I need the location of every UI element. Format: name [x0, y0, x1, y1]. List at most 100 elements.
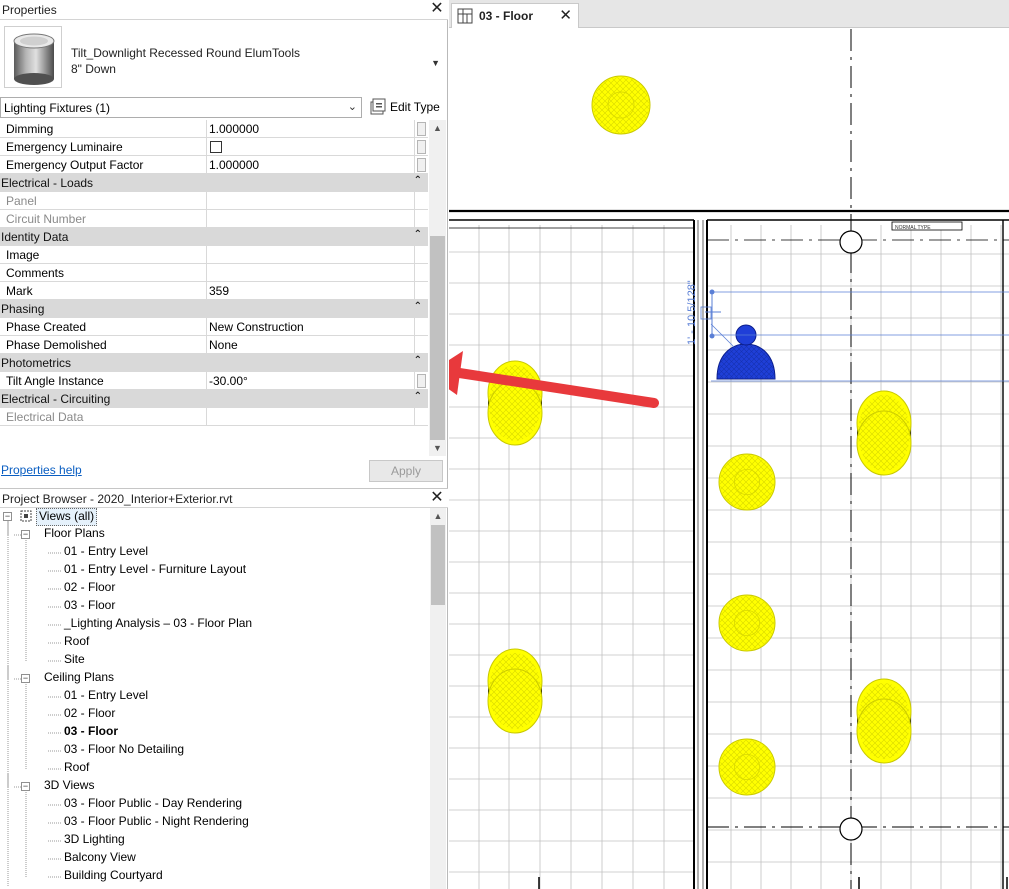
- tree-view-item[interactable]: 02 - Floor: [64, 580, 115, 598]
- property-value[interactable]: -30.00°: [209, 374, 248, 388]
- tab-03-floor[interactable]: 03 - Floor ✕: [451, 3, 579, 28]
- property-row[interactable]: Phase Demolished None: [0, 336, 428, 354]
- property-group-header[interactable]: Phasing ⌃: [0, 300, 428, 318]
- chevron-down-icon: ⌄: [347, 101, 357, 113]
- collapse-icon[interactable]: ⌃: [414, 301, 422, 312]
- property-group-header[interactable]: Electrical - Loads ⌃: [0, 174, 428, 192]
- edit-type-button[interactable]: Edit Type: [368, 98, 442, 117]
- column-divider: [414, 408, 415, 426]
- ceiling-grid: [449, 225, 1009, 889]
- property-value[interactable]: 359: [209, 284, 229, 298]
- tree-view-item[interactable]: Roof: [64, 760, 89, 778]
- browser-scrollbar[interactable]: ▲: [430, 508, 446, 889]
- property-value[interactable]: 1.000000: [209, 122, 259, 136]
- tree-group-floor-plans[interactable]: Floor Plans: [44, 526, 105, 544]
- chevron-down-icon[interactable]: ▼: [431, 58, 440, 68]
- filter-value: Lighting Fixtures (1): [4, 101, 111, 115]
- scroll-up-icon[interactable]: ▲: [429, 120, 446, 136]
- column-divider: [414, 372, 415, 390]
- left-dock-panel: Properties ✕ Tilt_Downlight Recessed Rou…: [0, 0, 448, 889]
- associate-parameter-button[interactable]: [417, 122, 426, 136]
- property-row[interactable]: Electrical Data: [0, 408, 428, 426]
- type-selector[interactable]: Tilt_Downlight Recessed Round ElumTools …: [0, 22, 446, 94]
- property-group-header[interactable]: Photometrics ⌃: [0, 354, 428, 372]
- apply-button[interactable]: Apply: [369, 460, 443, 482]
- scroll-down-icon[interactable]: ▼: [429, 440, 446, 456]
- tag-text: NORMAL TYPE: [895, 225, 931, 231]
- column-divider: [206, 156, 207, 174]
- collapse-toggle-icon[interactable]: −: [21, 674, 30, 683]
- property-name: Emergency Luminaire: [6, 140, 123, 154]
- properties-help-link[interactable]: Properties help: [1, 463, 82, 477]
- property-row[interactable]: Image: [0, 246, 428, 264]
- tree-view-item[interactable]: 01 - Entry Level: [64, 544, 148, 562]
- column-divider: [206, 120, 207, 138]
- tree-view-item[interactable]: Balcony View: [64, 850, 136, 868]
- type-thumbnail: [4, 26, 62, 88]
- emergency-luminaire-checkbox[interactable]: [210, 141, 222, 153]
- tree-view-item[interactable]: 3D Lighting: [64, 832, 125, 850]
- property-row[interactable]: Panel: [0, 192, 428, 210]
- collapse-icon[interactable]: ⌃: [414, 355, 422, 366]
- associate-parameter-button[interactable]: [417, 140, 426, 154]
- property-name: Panel: [6, 194, 37, 208]
- tree-view-item[interactable]: 03 - Floor Public - Night Rendering: [64, 814, 249, 832]
- scrollbar-thumb[interactable]: [431, 525, 445, 605]
- tree-view-item[interactable]: 03 - Floor: [64, 724, 118, 742]
- collapse-toggle-icon[interactable]: −: [21, 782, 30, 791]
- edit-type-label: Edit Type: [390, 100, 440, 114]
- associate-parameter-button[interactable]: [417, 158, 426, 172]
- tree-group-3d-views[interactable]: 3D Views: [44, 778, 94, 796]
- collapse-toggle-icon[interactable]: −: [21, 530, 30, 539]
- associate-parameter-button[interactable]: [417, 374, 426, 388]
- scroll-up-icon[interactable]: ▲: [430, 508, 446, 524]
- tree-view-item[interactable]: Building Courtyard: [64, 868, 163, 886]
- tree-root-views[interactable]: Views (all): [36, 508, 98, 526]
- close-icon[interactable]: ✕: [430, 489, 444, 507]
- tree-view-item[interactable]: _Lighting Analysis – 03 - Floor Plan: [64, 616, 252, 634]
- property-group-header[interactable]: Identity Data ⌃: [0, 228, 428, 246]
- column-divider: [414, 282, 415, 300]
- property-value[interactable]: 1.000000: [209, 158, 259, 172]
- property-grid: Dimming 1.000000 Emergency Luminaire Emerge…: [0, 120, 428, 428]
- property-name: Emergency Output Factor: [6, 158, 144, 172]
- properties-scrollbar[interactable]: ▲ ▼: [429, 120, 446, 456]
- tree-view-item[interactable]: 01 - Entry Level - Furniture Layout: [64, 562, 246, 580]
- scrollbar-thumb[interactable]: [430, 236, 445, 440]
- tree-group-ceiling-plans[interactable]: Ceiling Plans: [44, 670, 114, 688]
- property-row[interactable]: Dimming 1.000000: [0, 120, 428, 138]
- property-row[interactable]: Tilt Angle Instance -30.00°: [0, 372, 428, 390]
- property-row[interactable]: Comments: [0, 264, 428, 282]
- property-value[interactable]: None: [209, 338, 238, 352]
- tree-view-item[interactable]: 03 - Floor: [64, 598, 115, 616]
- group-label: Identity Data: [1, 230, 69, 244]
- property-row[interactable]: Emergency Luminaire: [0, 138, 428, 156]
- property-value[interactable]: New Construction: [209, 320, 304, 334]
- collapse-icon[interactable]: ⌃: [414, 391, 422, 402]
- instance-filter-dropdown[interactable]: Lighting Fixtures (1) ⌄: [0, 97, 362, 118]
- property-group-header[interactable]: Electrical - Circuiting ⌃: [0, 390, 428, 408]
- column-divider: [206, 336, 207, 354]
- tree-view-item[interactable]: 01 - Entry Level: [64, 688, 148, 706]
- column-divider: [206, 192, 207, 210]
- column-divider: [206, 138, 207, 156]
- property-row[interactable]: Phase Created New Construction: [0, 318, 428, 336]
- collapse-icon[interactable]: ⌃: [414, 229, 422, 240]
- drawing-canvas[interactable]: NORMAL TYPE 1' - 10 5/128": [449, 29, 1009, 889]
- type-size-label: 8" Down: [71, 62, 116, 76]
- group-label: Electrical - Loads: [1, 176, 94, 190]
- tree-view-item[interactable]: Site: [64, 652, 85, 670]
- tree-view-item[interactable]: 02 - Floor: [64, 706, 115, 724]
- property-row[interactable]: Mark 359: [0, 282, 428, 300]
- close-icon[interactable]: ✕: [430, 0, 444, 18]
- tree-view-item[interactable]: Roof: [64, 634, 89, 652]
- close-icon[interactable]: ✕: [559, 6, 572, 24]
- property-row[interactable]: Emergency Output Factor 1.000000: [0, 156, 428, 174]
- property-name: Image: [6, 248, 40, 262]
- type-name: Tilt_Downlight Recessed Round ElumTools …: [71, 45, 300, 77]
- collapse-toggle-icon[interactable]: −: [3, 512, 12, 521]
- tree-view-item[interactable]: 03 - Floor No Detailing: [64, 742, 184, 760]
- collapse-icon[interactable]: ⌃: [414, 175, 422, 186]
- property-row[interactable]: Circuit Number: [0, 210, 428, 228]
- tree-view-item[interactable]: 03 - Floor Public - Day Rendering: [64, 796, 242, 814]
